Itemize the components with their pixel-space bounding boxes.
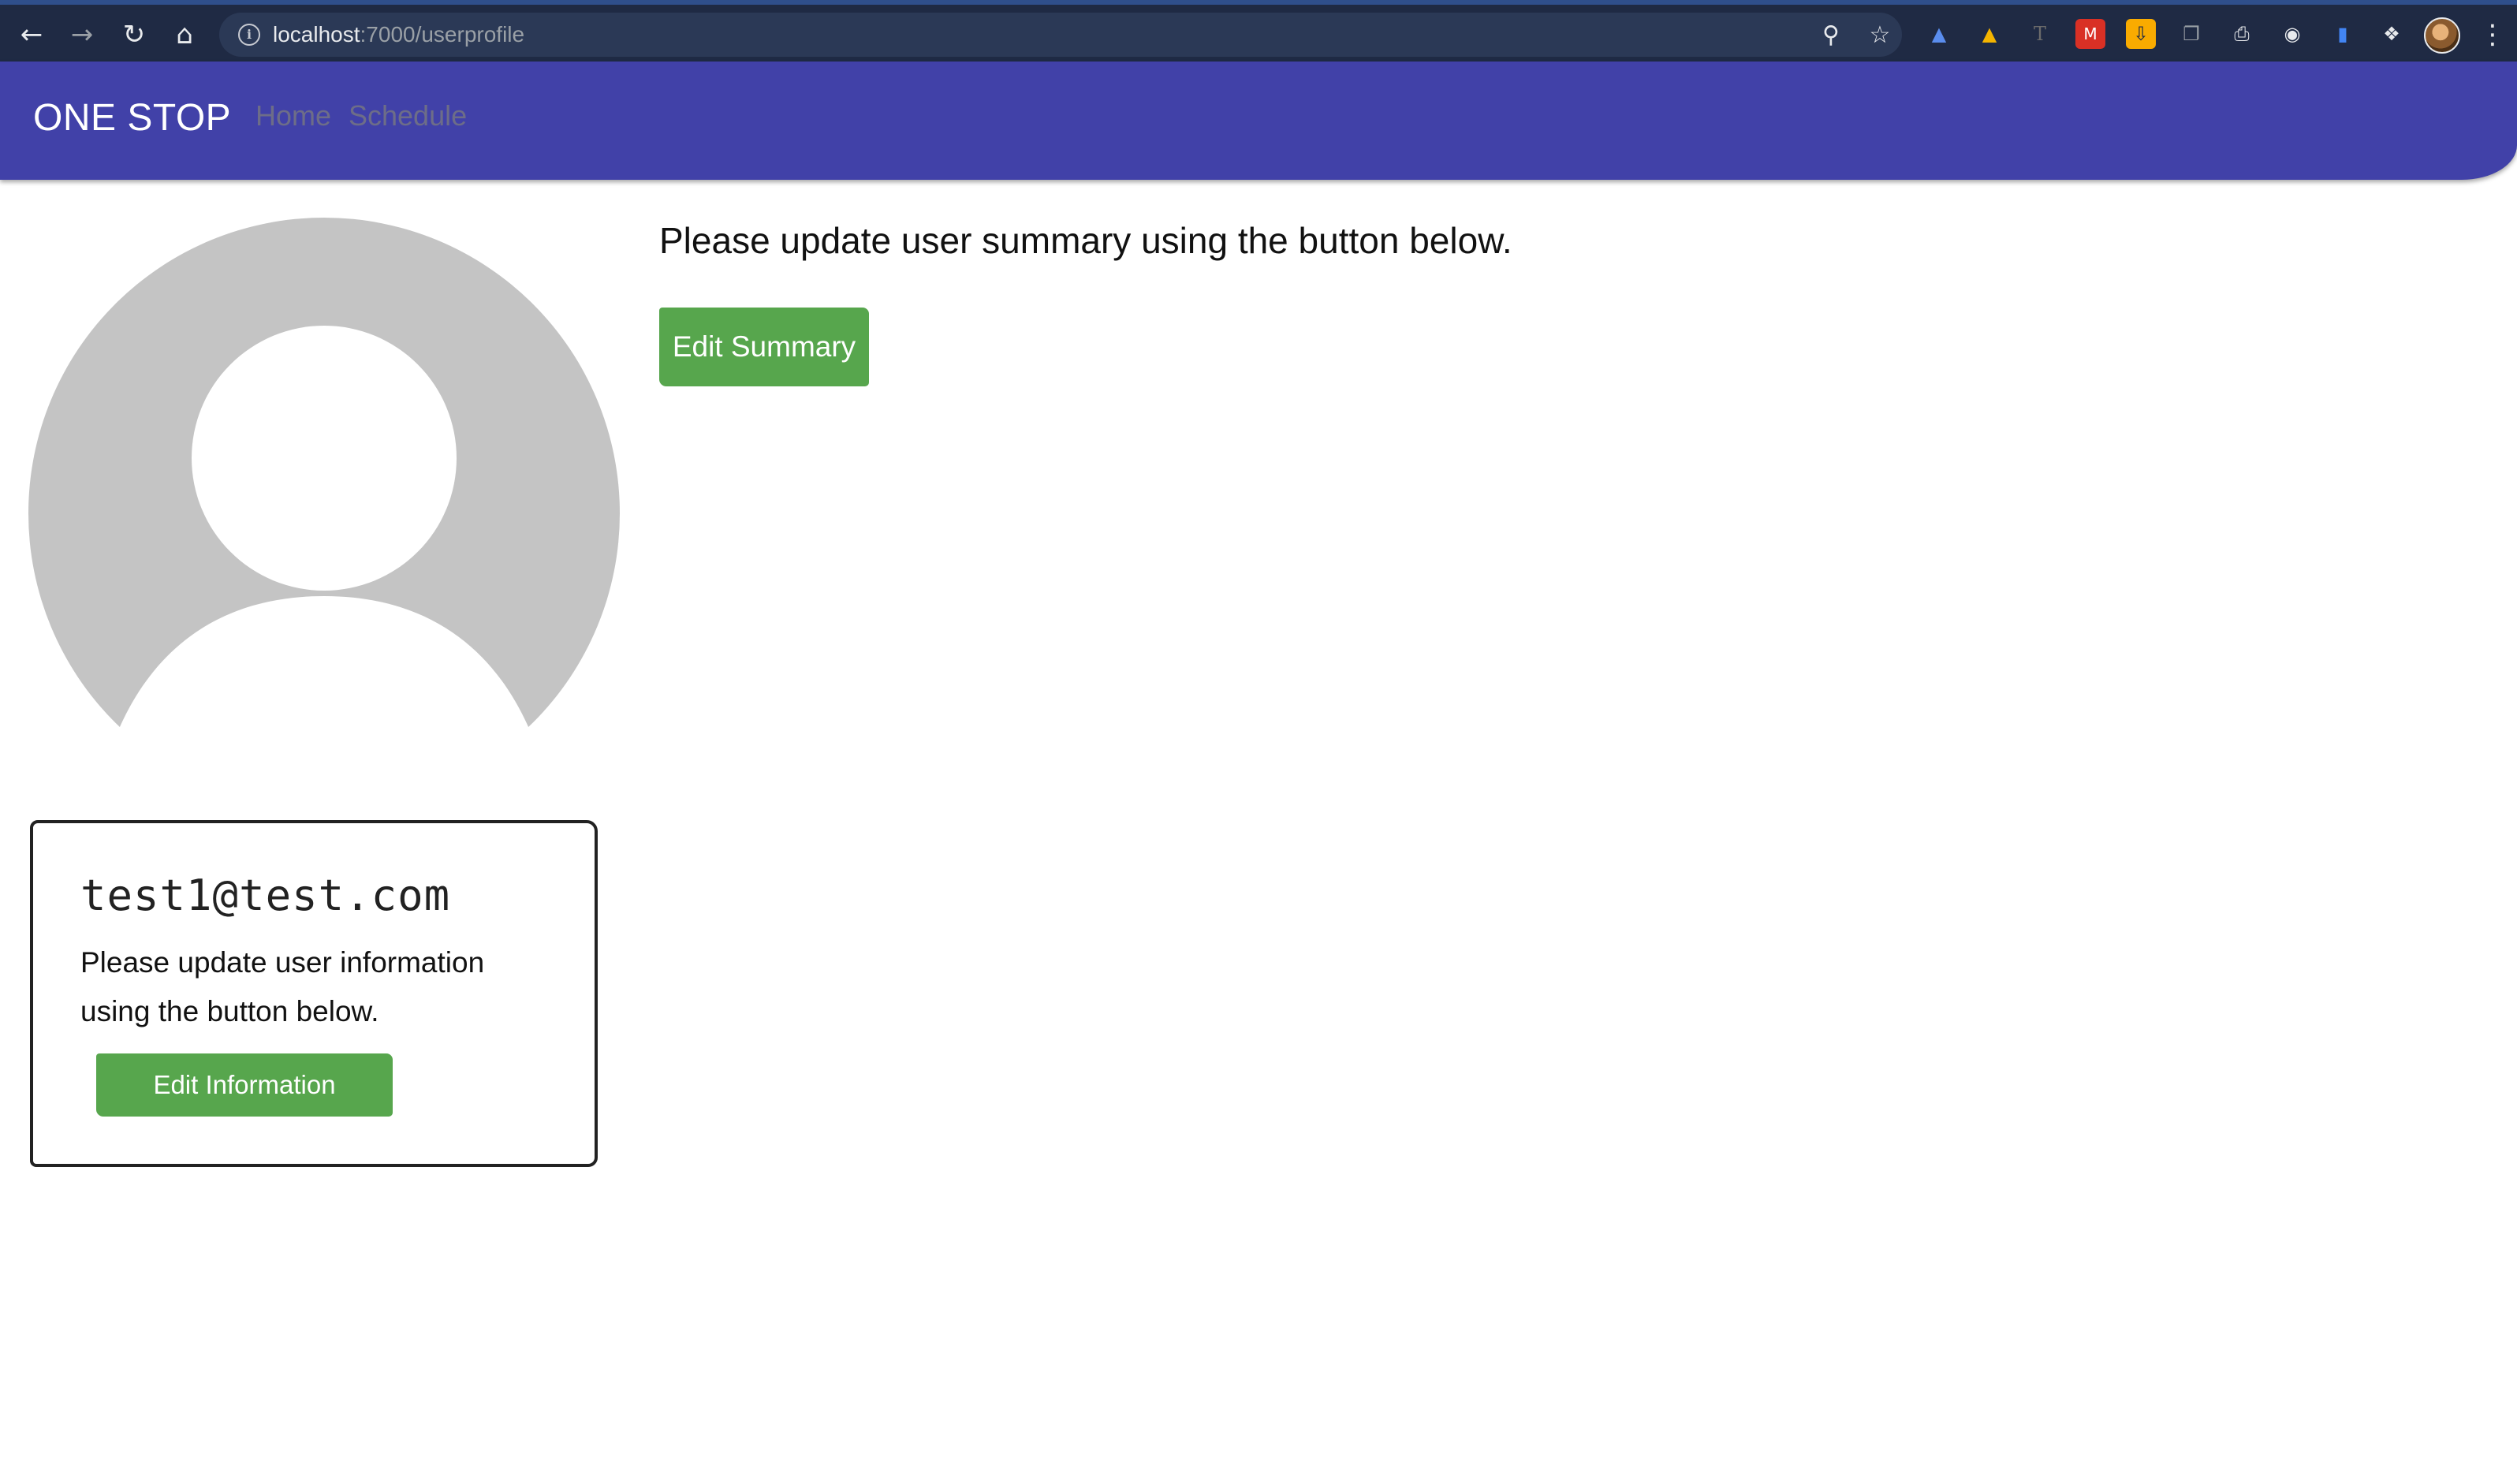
- profile-avatar: [28, 218, 620, 738]
- info-icon[interactable]: i: [238, 24, 260, 46]
- user-info-card: test1@test.com Please update user inform…: [30, 820, 598, 1167]
- reload-icon[interactable]: ↻: [112, 16, 156, 54]
- typography-icon[interactable]: T: [2025, 19, 2055, 49]
- user-silhouette-icon: [28, 218, 620, 738]
- forward-arrow-icon[interactable]: →: [60, 16, 104, 54]
- brand-logo[interactable]: ONE STOP: [33, 96, 231, 140]
- browser-toolbar: ← → ↻ ⌂ i localhost:7000/userprofile ⚲ ☆…: [0, 0, 2517, 62]
- nav-link-home[interactable]: Home: [255, 99, 331, 132]
- home-icon[interactable]: ⌂: [162, 16, 207, 54]
- download-icon[interactable]: ⇩: [2126, 19, 2156, 49]
- address-bar[interactable]: i localhost:7000/userprofile ⚲ ☆: [219, 13, 1902, 57]
- browser-profile-avatar[interactable]: [2424, 17, 2460, 54]
- back-arrow-icon[interactable]: ←: [9, 16, 54, 54]
- google-drive-icon[interactable]: ▲: [1974, 19, 2004, 49]
- puzzle-icon[interactable]: ❖: [2377, 19, 2407, 49]
- browser-menu-icon[interactable]: ⋮: [2479, 16, 2506, 54]
- summary-prompt: Please update user summary using the but…: [659, 220, 1512, 261]
- nav-link-schedule[interactable]: Schedule: [349, 99, 467, 132]
- graduation-cap-icon[interactable]: ▲: [1924, 19, 1954, 49]
- zoom-icon[interactable]: ⚲: [1815, 19, 1847, 50]
- url-host: localhost: [273, 22, 360, 47]
- url-text[interactable]: localhost:7000/userprofile: [273, 13, 524, 57]
- url-path: :7000/userprofile: [360, 22, 525, 47]
- mendeley-icon[interactable]: M: [2075, 19, 2105, 49]
- tag-icon[interactable]: ▮: [2328, 19, 2358, 49]
- printer-icon[interactable]: ⎙: [2227, 19, 2257, 49]
- bookmark-star-icon[interactable]: ☆: [1864, 19, 1896, 50]
- info-prompt: Please update user information using the…: [80, 946, 485, 1027]
- edit-information-button[interactable]: Edit Information: [96, 1053, 393, 1117]
- copy-icon[interactable]: ❐: [2176, 19, 2206, 49]
- edit-summary-button[interactable]: Edit Summary: [659, 308, 869, 386]
- app-navbar: ONE STOP Home Schedule: [0, 62, 2517, 180]
- camera-icon[interactable]: ◉: [2277, 19, 2307, 49]
- user-email: test1@test.com: [80, 871, 451, 920]
